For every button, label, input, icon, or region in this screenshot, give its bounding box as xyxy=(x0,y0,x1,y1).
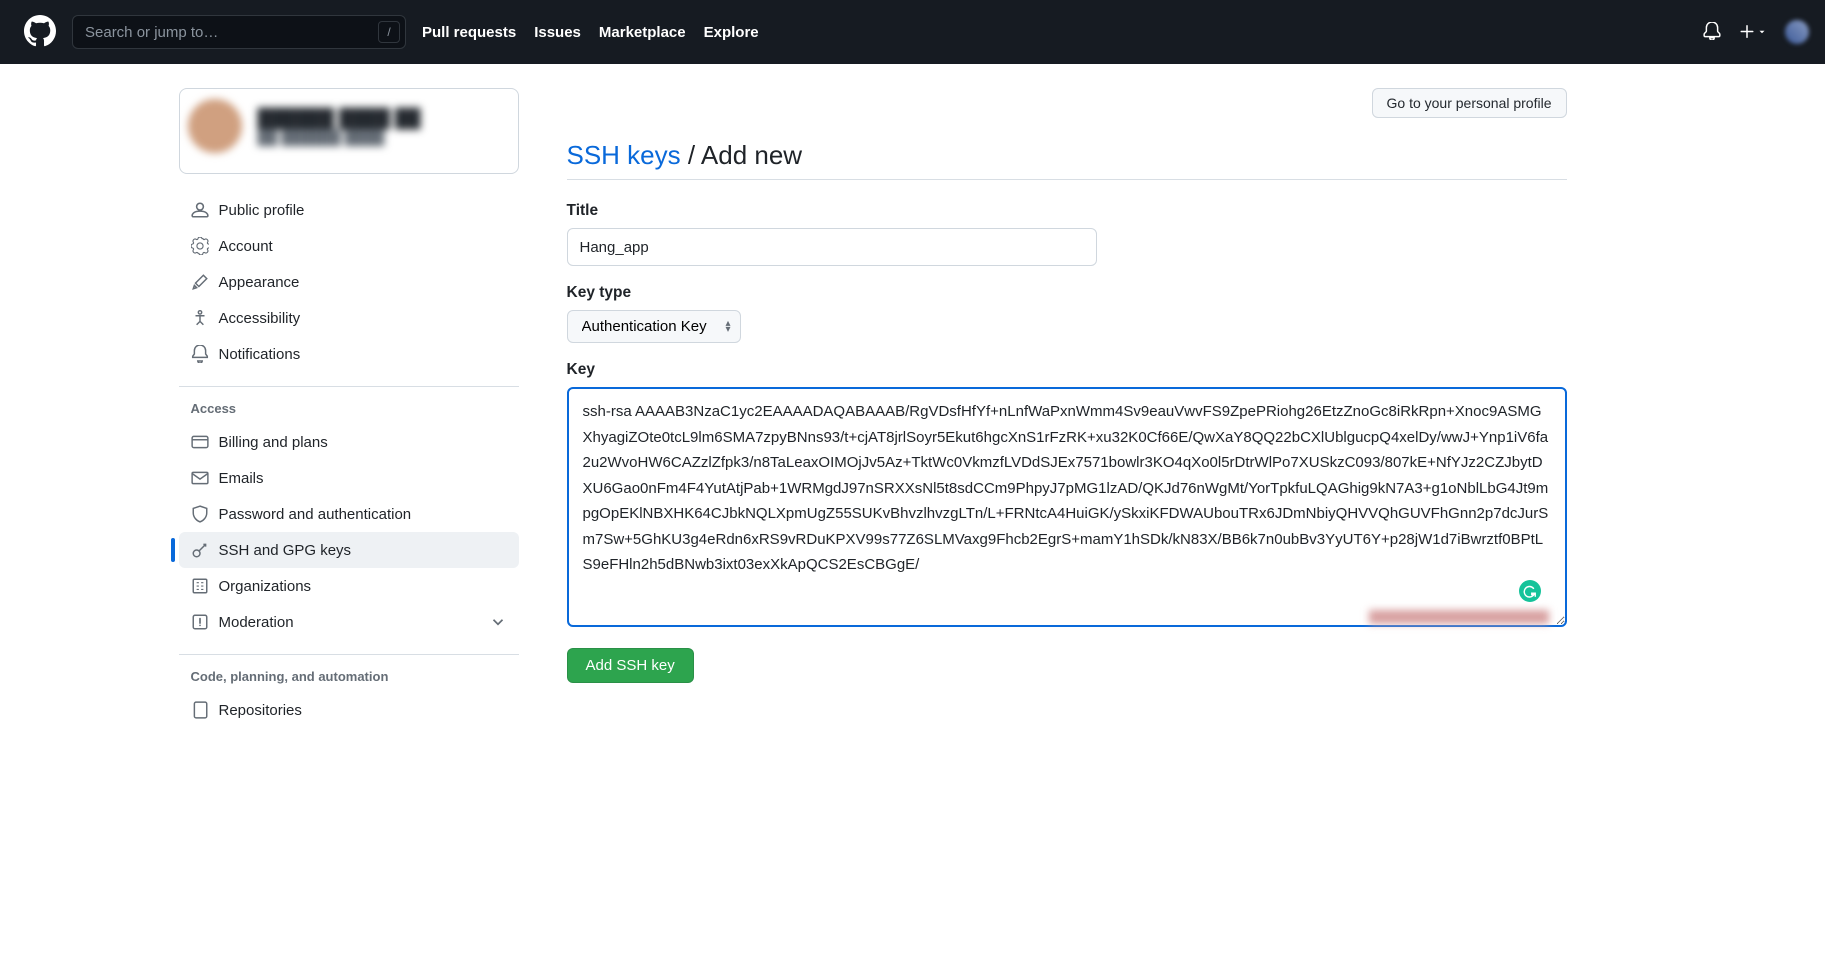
sidebar-item-notifications[interactable]: Notifications xyxy=(179,336,519,372)
settings-sidebar: ██████ ████ ██ ██ ██████ ████ Public pro… xyxy=(179,88,519,728)
sidebar-item-accessibility[interactable]: Accessibility xyxy=(179,300,519,336)
search-input[interactable] xyxy=(72,15,406,49)
nav-explore[interactable]: Explore xyxy=(704,24,759,41)
profile-subtext: ██ ██████ ████ xyxy=(258,129,421,145)
profile-name: ██████ ████ ██ xyxy=(258,108,421,129)
nav-issues[interactable]: Issues xyxy=(534,24,581,41)
credit-card-icon xyxy=(191,433,209,451)
sidebar-item-ssh-gpg-keys[interactable]: SSH and GPG keys xyxy=(179,532,519,568)
sidebar-item-public-profile[interactable]: Public profile xyxy=(179,192,519,228)
mail-icon xyxy=(191,469,209,487)
create-new-dropdown[interactable] xyxy=(1739,24,1767,40)
main-content: Go to your personal profile SSH keys / A… xyxy=(567,88,1567,728)
sidebar-item-label: Billing and plans xyxy=(219,434,328,451)
breadcrumb-separator: / xyxy=(681,140,701,170)
sidebar-item-label: Repositories xyxy=(219,702,302,719)
header-nav: Pull requests Issues Marketplace Explore xyxy=(422,24,759,41)
github-logo[interactable] xyxy=(24,15,56,50)
key-icon xyxy=(191,541,209,559)
title-input[interactable] xyxy=(567,228,1097,266)
bell-icon xyxy=(191,345,209,363)
global-header: / Pull requests Issues Marketplace Explo… xyxy=(0,0,1825,64)
search-kbd-hint: / xyxy=(378,21,400,43)
sidebar-item-label: Account xyxy=(219,238,273,255)
sidebar-heading-access: Access xyxy=(179,401,519,424)
go-to-profile-button[interactable]: Go to your personal profile xyxy=(1372,88,1567,118)
search-container: / xyxy=(72,15,406,49)
divider xyxy=(179,386,519,387)
repo-icon xyxy=(191,701,209,719)
sidebar-item-billing[interactable]: Billing and plans xyxy=(179,424,519,460)
sidebar-item-label: Password and authentication xyxy=(219,506,412,523)
sidebar-item-label: Appearance xyxy=(219,274,300,291)
chevron-down-icon xyxy=(489,613,507,631)
sidebar-item-moderation[interactable]: Moderation xyxy=(179,604,519,640)
grammarly-icon[interactable] xyxy=(1519,580,1541,602)
sidebar-item-account[interactable]: Account xyxy=(179,228,519,264)
paintbrush-icon xyxy=(191,273,209,291)
organization-icon xyxy=(191,577,209,595)
sidebar-item-label: Notifications xyxy=(219,346,301,363)
key-textarea[interactable] xyxy=(567,387,1567,627)
redacted-text xyxy=(1369,610,1549,624)
nav-pull-requests[interactable]: Pull requests xyxy=(422,24,516,41)
sidebar-item-label: Moderation xyxy=(219,614,294,631)
title-label: Title xyxy=(567,202,1567,220)
person-icon xyxy=(191,201,209,219)
key-label: Key xyxy=(567,361,1567,379)
sidebar-item-label: Organizations xyxy=(219,578,312,595)
sidebar-item-appearance[interactable]: Appearance xyxy=(179,264,519,300)
gear-icon xyxy=(191,237,209,255)
sidebar-item-password[interactable]: Password and authentication xyxy=(179,496,519,532)
accessibility-icon xyxy=(191,309,209,327)
sidebar-item-repositories[interactable]: Repositories xyxy=(179,692,519,728)
sidebar-item-label: Accessibility xyxy=(219,310,301,327)
report-icon xyxy=(191,613,209,631)
key-type-select[interactable]: Authentication Key xyxy=(567,310,741,343)
breadcrumb-ssh-keys[interactable]: SSH keys xyxy=(567,140,681,170)
sidebar-item-emails[interactable]: Emails xyxy=(179,460,519,496)
sidebar-item-label: Public profile xyxy=(219,202,305,219)
divider xyxy=(179,654,519,655)
page-title: SSH keys / Add new xyxy=(567,140,803,171)
sidebar-item-label: Emails xyxy=(219,470,264,487)
key-type-label: Key type xyxy=(567,284,1567,302)
page-subhead: SSH keys / Add new xyxy=(567,140,1567,180)
header-right xyxy=(1703,20,1809,44)
breadcrumb-current: Add new xyxy=(701,140,802,170)
user-avatar[interactable] xyxy=(1785,20,1809,44)
sidebar-item-label: SSH and GPG keys xyxy=(219,542,352,559)
sidebar-item-organizations[interactable]: Organizations xyxy=(179,568,519,604)
shield-lock-icon xyxy=(191,505,209,523)
nav-marketplace[interactable]: Marketplace xyxy=(599,24,686,41)
notifications-icon[interactable] xyxy=(1703,22,1721,43)
sidebar-heading-code: Code, planning, and automation xyxy=(179,669,519,692)
profile-avatar xyxy=(188,99,242,153)
profile-card: ██████ ████ ██ ██ ██████ ████ xyxy=(179,88,519,174)
add-ssh-key-button[interactable]: Add SSH key xyxy=(567,648,694,683)
